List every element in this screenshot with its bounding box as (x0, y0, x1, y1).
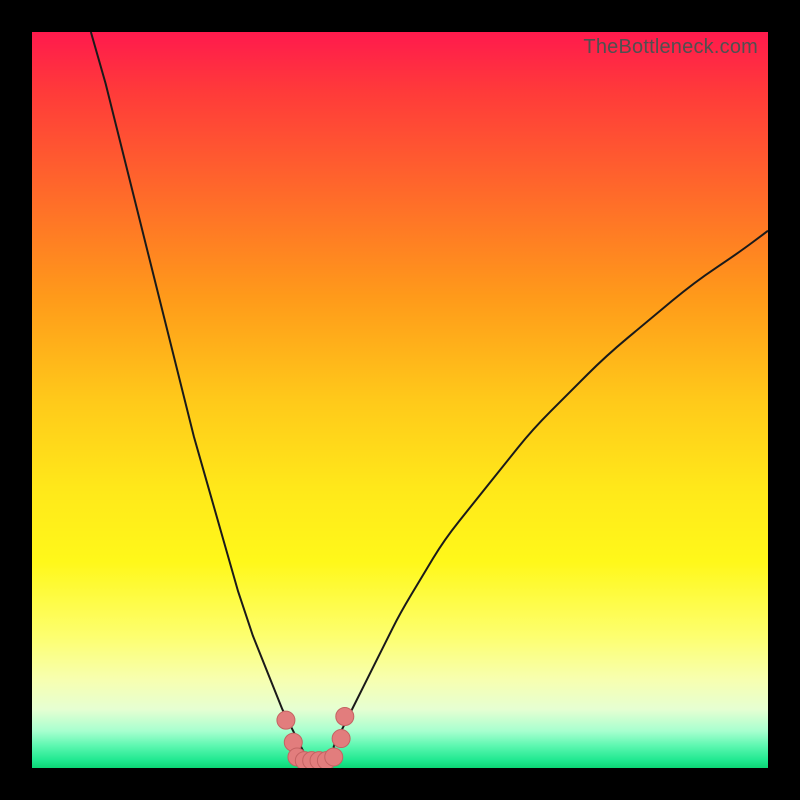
data-marker (332, 730, 350, 748)
chart-frame: TheBottleneck.com (0, 0, 800, 800)
data-marker (336, 707, 354, 725)
data-marker (277, 711, 295, 729)
data-marker (325, 748, 343, 766)
chart-panel: TheBottleneck.com (32, 32, 768, 768)
curve-right (334, 231, 768, 746)
chart-svg (32, 32, 768, 768)
curve-left (91, 32, 304, 753)
